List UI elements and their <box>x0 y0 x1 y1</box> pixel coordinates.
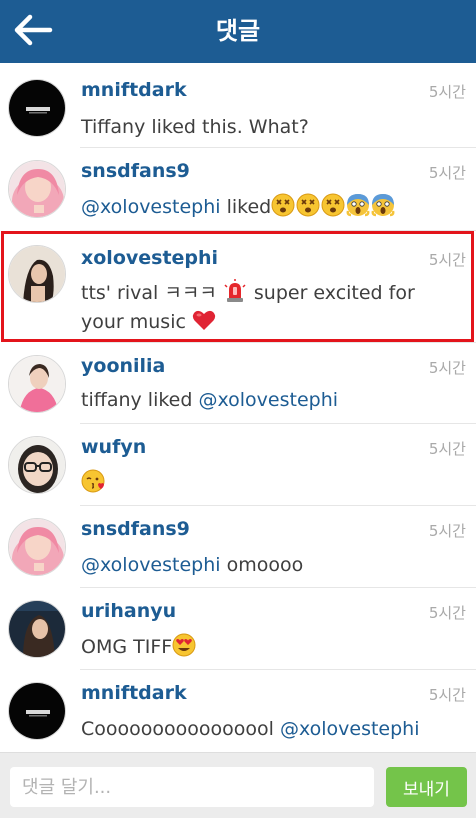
back-arrow-icon <box>14 14 53 46</box>
comment-text: Coooooooooooooool @xolovestephi <box>81 718 420 740</box>
comment-username[interactable]: mniftdark <box>81 79 187 101</box>
comment-username[interactable]: urihanyu <box>81 600 176 622</box>
comment-text: tiffany liked @xolovestephi <box>81 389 339 411</box>
comment-username[interactable]: xolovestephi <box>81 247 218 269</box>
comment-text: @xolovestephi liked <box>81 193 451 222</box>
comment-composer: 보내기 <box>0 752 476 818</box>
comment-username[interactable]: wufyn <box>81 436 146 458</box>
comment-input[interactable] <box>10 767 374 807</box>
avatar[interactable] <box>8 436 66 494</box>
mention-link[interactable]: @xolovestephi <box>81 196 221 218</box>
avatar[interactable] <box>8 160 66 218</box>
page-title: 댓글 <box>215 17 261 45</box>
comment-text <box>81 469 451 498</box>
comment-timestamp: 5시간 <box>428 604 466 622</box>
dizzy-face-emoji-icon <box>321 193 345 217</box>
comment-timestamp: 5시간 <box>428 83 466 101</box>
comment-item: mniftdark 5시간 Coooooooooooooool @xoloves… <box>0 670 476 752</box>
comment-timestamp: 5시간 <box>428 251 466 269</box>
comment-text: tts' rival ㅋㅋㅋ super excited for your mu… <box>81 279 451 337</box>
mention-link[interactable]: @xolovestephi <box>81 554 221 576</box>
comment-item: xolovestephi 5시간 tts' rival ㅋㅋㅋ super ex… <box>0 231 476 343</box>
dizzy-face-emoji-icon <box>271 193 295 217</box>
comment-username[interactable]: mniftdark <box>81 682 187 704</box>
comment-username[interactable]: snsdfans9 <box>81 160 190 182</box>
comment-timestamp: 5시간 <box>428 522 466 540</box>
comment-text: OMG TIFF <box>81 633 451 662</box>
screaming-face-emoji-icon <box>371 193 395 217</box>
comment-timestamp: 5시간 <box>428 359 466 377</box>
comment-text: @xolovestephi omoooo <box>81 554 304 576</box>
comment-item: snsdfans9 5시간 @xolovestephi liked <box>0 148 476 231</box>
app-header: 댓글 <box>0 0 476 63</box>
comment-timestamp: 5시간 <box>428 440 466 458</box>
comment-timestamp: 5시간 <box>428 686 466 704</box>
comment-item: yoonilia 5시간 tiffany liked @xolovestephi <box>0 343 476 424</box>
comment-item: urihanyu 5시간 OMG TIFF <box>0 588 476 670</box>
dizzy-face-emoji-icon <box>296 193 320 217</box>
heart-eyes-emoji-icon <box>172 633 196 657</box>
back-button[interactable] <box>10 10 54 50</box>
comment-item: wufyn 5시간 <box>0 424 476 506</box>
comment-item: mniftdark 5시간 Tiffany liked this. What? <box>0 63 476 148</box>
avatar[interactable] <box>8 245 66 303</box>
comment-list[interactable]: mniftdark 5시간 Tiffany liked this. What? … <box>0 63 476 752</box>
avatar[interactable] <box>8 682 66 740</box>
comment-username[interactable]: yoonilia <box>81 355 165 377</box>
mention-link[interactable]: @xolovestephi <box>280 718 420 740</box>
send-button[interactable]: 보내기 <box>386 767 467 807</box>
red-heart-emoji-icon <box>192 308 216 332</box>
mention-link[interactable]: @xolovestephi <box>198 389 338 411</box>
avatar[interactable] <box>8 600 66 658</box>
avatar[interactable] <box>8 518 66 576</box>
comment-text: Tiffany liked this. What? <box>81 116 309 138</box>
comment-username[interactable]: snsdfans9 <box>81 518 190 540</box>
comment-item: snsdfans9 5시간 @xolovestephi omoooo <box>0 506 476 588</box>
screaming-face-emoji-icon <box>346 193 370 217</box>
avatar[interactable] <box>8 355 66 413</box>
comment-timestamp: 5시간 <box>428 164 466 182</box>
kissing-face-emoji-icon <box>81 469 105 493</box>
avatar[interactable] <box>8 79 66 137</box>
siren-emoji-icon <box>223 279 247 303</box>
